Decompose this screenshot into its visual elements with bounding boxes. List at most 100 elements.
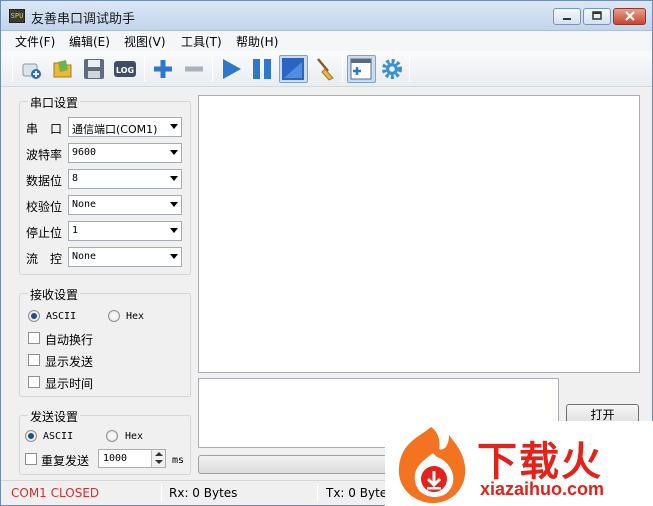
broom-icon bbox=[317, 58, 334, 81]
repeat-send-checkbox[interactable] bbox=[25, 453, 37, 465]
data-bits-value: 8 bbox=[72, 173, 79, 184]
stop-bits-value: 1 bbox=[72, 225, 79, 236]
receive-textarea[interactable] bbox=[198, 95, 640, 373]
receive-settings-title: 接收设置 bbox=[28, 286, 81, 303]
data-bits-select[interactable]: 8 bbox=[68, 169, 182, 189]
window-mode-button[interactable] bbox=[279, 55, 308, 83]
toolbar-separator bbox=[12, 57, 13, 81]
minimize-button[interactable] bbox=[553, 8, 581, 25]
receive-hex-radio[interactable] bbox=[108, 310, 120, 322]
save-button[interactable] bbox=[81, 56, 107, 82]
serial-settings-title: 串口设置 bbox=[28, 94, 81, 111]
show-time-checkbox[interactable] bbox=[28, 376, 40, 388]
add-icon bbox=[154, 60, 172, 78]
baud-rate-value: 9600 bbox=[72, 147, 97, 158]
send-hex-radio[interactable] bbox=[106, 430, 118, 442]
svg-text:LOG: LOG bbox=[116, 66, 134, 75]
open-folder-icon bbox=[53, 60, 72, 78]
parity-value: None bbox=[72, 199, 97, 210]
spin-up-icon[interactable] bbox=[155, 452, 163, 456]
menu-help[interactable]: 帮助(H) bbox=[236, 33, 278, 50]
watermark-url: xiazaihuo.com bbox=[480, 479, 605, 499]
flow-control-label: 流 控 bbox=[26, 252, 63, 266]
toolbar-separator bbox=[144, 57, 145, 81]
title-bar[interactable]: SPU 友善串口调试助手 bbox=[1, 1, 652, 31]
menu-view[interactable]: 视图(V) bbox=[124, 33, 166, 50]
show-time-label: 显示时间 bbox=[45, 377, 94, 391]
flow-control-value: None bbox=[72, 251, 97, 262]
clear-button[interactable] bbox=[312, 56, 338, 82]
dropdown-arrow-icon bbox=[170, 254, 178, 259]
toggle-panel-icon bbox=[350, 58, 372, 80]
maximize-button[interactable] bbox=[583, 8, 611, 25]
dropdown-arrow-icon bbox=[170, 124, 178, 129]
flow-control-select[interactable]: None bbox=[68, 247, 182, 267]
add-button[interactable] bbox=[150, 56, 176, 82]
save-icon bbox=[84, 59, 104, 79]
watermark: 下载火 xiazaihuo.com bbox=[385, 421, 653, 506]
send-ascii-label: ASCII bbox=[43, 431, 74, 442]
main-window: SPU 友善串口调试助手 文件(F) 编辑(E) 视图(V) 工具(T) 帮助(… bbox=[0, 0, 653, 506]
spin-down-icon[interactable] bbox=[155, 460, 163, 464]
window-icon bbox=[282, 58, 304, 80]
menu-edit[interactable]: 编辑(E) bbox=[69, 33, 110, 50]
port-label: 串 口 bbox=[26, 122, 63, 136]
data-bits-label: 数据位 bbox=[26, 174, 63, 188]
interval-spinner[interactable] bbox=[151, 450, 165, 467]
window-title: 友善串口调试助手 bbox=[31, 12, 136, 27]
toolbar: LOG bbox=[1, 51, 652, 87]
receive-ascii-radio[interactable] bbox=[28, 310, 40, 322]
toggle-panel-button[interactable] bbox=[347, 55, 376, 83]
remove-button[interactable] bbox=[181, 56, 207, 82]
play-icon bbox=[223, 59, 241, 79]
send-settings-title: 发送设置 bbox=[28, 408, 81, 425]
auto-wrap-label: 自动换行 bbox=[45, 333, 94, 347]
pause-button[interactable] bbox=[249, 56, 275, 82]
close-button[interactable] bbox=[613, 8, 646, 25]
receive-ascii-label: ASCII bbox=[46, 311, 77, 322]
port-value: 通信端口(COM1) bbox=[72, 123, 158, 136]
play-button[interactable] bbox=[218, 56, 244, 82]
port-select[interactable]: 通信端口(COM1) bbox=[68, 117, 182, 137]
status-separator bbox=[161, 484, 162, 502]
menu-tools[interactable]: 工具(T) bbox=[181, 33, 222, 50]
settings-gear-icon bbox=[382, 59, 402, 79]
stop-bits-select[interactable]: 1 bbox=[68, 221, 182, 241]
send-hex-label: Hex bbox=[125, 431, 144, 442]
stop-bits-label: 停止位 bbox=[26, 226, 63, 240]
dropdown-arrow-icon bbox=[170, 228, 178, 233]
dropdown-arrow-icon bbox=[170, 202, 178, 207]
toolbar-separator bbox=[212, 57, 213, 81]
show-send-checkbox[interactable] bbox=[28, 354, 40, 366]
minimize-icon bbox=[563, 18, 571, 20]
parity-label: 校验位 bbox=[26, 200, 63, 214]
remove-icon bbox=[185, 66, 203, 72]
repeat-interval-value: 1000 bbox=[103, 453, 128, 464]
auto-wrap-checkbox[interactable] bbox=[28, 332, 40, 344]
port-state-status: COM1 CLOSED bbox=[11, 486, 100, 500]
rx-count: Rx: 0 Bytes bbox=[169, 486, 238, 500]
receive-hex-label: Hex bbox=[126, 311, 145, 322]
baud-rate-select[interactable]: 9600 bbox=[68, 143, 182, 163]
status-separator bbox=[317, 484, 318, 502]
new-session-button[interactable] bbox=[19, 56, 45, 82]
settings-button[interactable] bbox=[379, 56, 405, 82]
close-icon bbox=[624, 11, 635, 21]
menu-bar: 文件(F) 编辑(E) 视图(V) 工具(T) 帮助(H) bbox=[1, 31, 652, 51]
log-button[interactable]: LOG bbox=[112, 56, 138, 82]
menu-file[interactable]: 文件(F) bbox=[15, 33, 55, 50]
tx-count: Tx: 0 Bytes bbox=[326, 486, 394, 500]
show-send-label: 显示发送 bbox=[45, 355, 94, 369]
flame-logo-icon bbox=[398, 427, 466, 503]
repeat-interval-input[interactable]: 1000 bbox=[98, 449, 166, 468]
parity-select[interactable]: None bbox=[68, 195, 182, 215]
open-button-toolbar[interactable] bbox=[50, 56, 76, 82]
repeat-send-label: 重复发送 bbox=[41, 454, 90, 468]
new-session-icon bbox=[22, 63, 41, 79]
dropdown-arrow-icon bbox=[170, 150, 178, 155]
toolbar-separator bbox=[409, 57, 410, 81]
dropdown-arrow-icon bbox=[170, 176, 178, 181]
send-ascii-radio[interactable] bbox=[25, 430, 37, 442]
pause-icon bbox=[253, 59, 271, 79]
log-icon: LOG bbox=[114, 61, 136, 77]
